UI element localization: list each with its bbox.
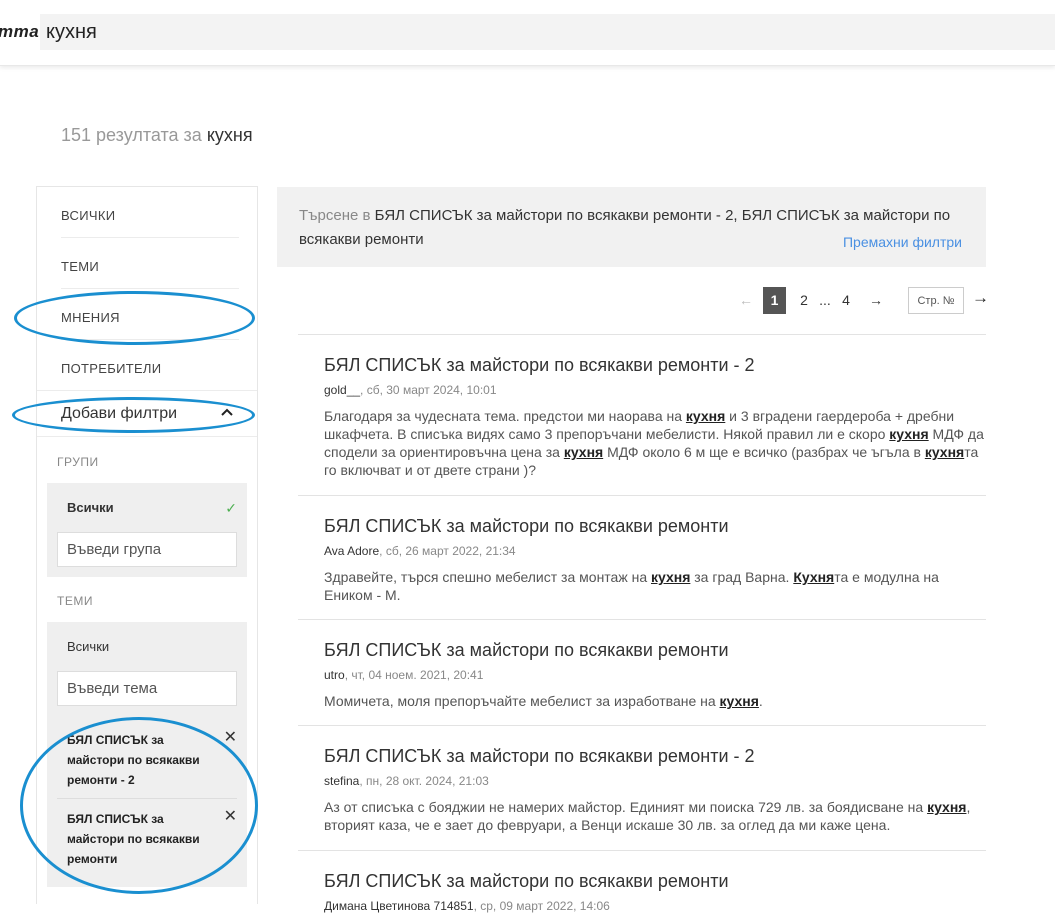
- result-author[interactable]: Ava Adore: [324, 544, 379, 558]
- result-title[interactable]: БЯЛ СПИСЪК за майстори по всякакви ремон…: [324, 335, 986, 376]
- search-term-highlight: кухня: [719, 693, 759, 709]
- result-snippet: Аз от списъка с бояджии не намерих майст…: [324, 799, 971, 833]
- result-meta: Димана Цветинова 714851, ср, 09 март 202…: [324, 899, 986, 913]
- search-term-highlight: Кухня: [793, 569, 835, 585]
- topics-title: ТЕМИ: [57, 594, 93, 608]
- close-icon[interactable]: ✕: [224, 807, 237, 827]
- result-author[interactable]: utro: [324, 668, 345, 682]
- search-term-highlight: кухня: [563, 444, 604, 460]
- result-author[interactable]: gold__: [324, 383, 360, 397]
- search-input[interactable]: [40, 14, 1055, 50]
- search-term-highlight: кухня: [927, 799, 967, 815]
- tab-all[interactable]: ВСИЧКИ: [61, 187, 239, 238]
- groups-all-option[interactable]: Всички ✓: [57, 491, 237, 524]
- top-bar: mma: [0, 0, 1055, 66]
- result-item: БЯЛ СПИСЪК за майстори по всякакви ремон…: [298, 619, 986, 725]
- page-2[interactable]: 2: [797, 287, 811, 314]
- result-meta: Ava Adore, сб, 26 март 2022, 21:34: [324, 544, 986, 558]
- search-term-highlight: кухня: [685, 408, 726, 424]
- result-meta: utro, чт, 04 ноем. 2021, 20:41: [324, 668, 986, 682]
- result-item: БЯЛ СПИСЪК за майстори по всякакви ремон…: [298, 725, 986, 850]
- next-page-arrow[interactable]: →: [866, 287, 886, 314]
- result-author[interactable]: Димана Цветинова 714851: [324, 899, 474, 913]
- results-list: БЯЛ СПИСЪК за майстори по всякакви ремон…: [298, 334, 986, 913]
- result-snippet: Момичета, моля препоръчайте мебелист за …: [324, 693, 763, 709]
- prev-page-arrow[interactable]: ←: [738, 287, 754, 314]
- tab-topics[interactable]: ТЕМИ: [61, 238, 239, 289]
- remove-filters-link[interactable]: Премахни филтри: [843, 230, 962, 254]
- add-filters-toggle[interactable]: Добави филтри: [37, 391, 257, 437]
- result-date: , сб, 26 март 2022, 21:34: [379, 544, 516, 558]
- result-date: , сб, 30 март 2024, 10:01: [360, 383, 497, 397]
- groups-all-label: Всички: [67, 500, 114, 515]
- page-ellipsis: ...: [819, 292, 831, 308]
- search-term-highlight: кухня: [651, 569, 691, 585]
- topics-all-option[interactable]: Всички: [57, 630, 237, 663]
- search-box[interactable]: [40, 14, 1055, 50]
- pagination: ← 1 2 ... 4 →: [0, 287, 1055, 315]
- selected-topic-label: БЯЛ СПИСЪК за майстори по всякакви ремон…: [67, 812, 200, 866]
- result-meta: stefina, пн, 28 окт. 2024, 21:03: [324, 774, 986, 788]
- search-term-highlight: кухня: [889, 426, 929, 442]
- topics-all-label: Всички: [67, 639, 110, 654]
- groups-title: ГРУПИ: [57, 455, 99, 469]
- add-filters-label: Добави филтри: [61, 405, 178, 422]
- close-icon[interactable]: ✕: [224, 728, 237, 748]
- result-item: БЯЛ СПИСЪК за майстори по всякакви ремон…: [298, 495, 986, 619]
- result-item: БЯЛ СПИСЪК за майстори по всякакви ремон…: [298, 850, 986, 913]
- topics-filter: Всички БЯЛ СПИСЪК за майстори по всякакв…: [47, 622, 247, 887]
- tab-users[interactable]: ПОТРЕБИТЕЛИ: [37, 340, 257, 391]
- page-number-input[interactable]: [908, 287, 964, 314]
- groups-filter: Всички ✓: [47, 483, 247, 577]
- banner-lead: Търсене в: [299, 207, 371, 224]
- selected-topic: БЯЛ СПИСЪК за майстори по всякакви ремон…: [57, 799, 237, 877]
- result-title[interactable]: БЯЛ СПИСЪК за майстори по всякакви ремон…: [324, 726, 986, 767]
- results-count-query: кухня: [206, 125, 253, 145]
- search-term-highlight: кухня: [924, 444, 965, 460]
- result-date: , ср, 09 март 2022, 14:06: [473, 899, 610, 913]
- result-date: , пн, 28 окт. 2024, 21:03: [359, 774, 489, 788]
- results-count: 151 резултата за кухня: [61, 125, 253, 146]
- group-input[interactable]: [57, 532, 237, 567]
- topic-input[interactable]: [57, 671, 237, 706]
- go-arrow-icon[interactable]: →: [972, 288, 989, 308]
- chevron-up-icon: [221, 408, 233, 416]
- result-title[interactable]: БЯЛ СПИСЪК за майстори по всякакви ремон…: [324, 851, 986, 892]
- result-author[interactable]: stefina: [324, 774, 359, 788]
- selected-topic: БЯЛ СПИСЪК за майстори по всякакви ремон…: [57, 720, 237, 799]
- result-snippet: Здравейте, търся спешно мебелист за монт…: [324, 569, 939, 603]
- result-meta: gold__, сб, 30 март 2024, 10:01: [324, 383, 986, 397]
- result-title[interactable]: БЯЛ СПИСЪК за майстори по всякакви ремон…: [324, 496, 986, 537]
- site-logo[interactable]: mma: [0, 22, 39, 42]
- page-1[interactable]: 1: [763, 287, 786, 314]
- results-count-prefix: 151 резултата за: [61, 125, 202, 145]
- check-icon: ✓: [225, 500, 237, 516]
- page-4[interactable]: 4: [839, 287, 853, 314]
- search-scope-banner: Търсене в БЯЛ СПИСЪК за майстори по всяк…: [277, 187, 986, 267]
- result-title[interactable]: БЯЛ СПИСЪК за майстори по всякакви ремон…: [324, 620, 986, 661]
- selected-topic-label: БЯЛ СПИСЪК за майстори по всякакви ремон…: [67, 733, 200, 787]
- result-date: , чт, 04 ноем. 2021, 20:41: [344, 668, 484, 682]
- result-snippet: Благодаря за чудесната тема. предстои ми…: [324, 408, 984, 478]
- result-item: БЯЛ СПИСЪК за майстори по всякакви ремон…: [298, 334, 986, 495]
